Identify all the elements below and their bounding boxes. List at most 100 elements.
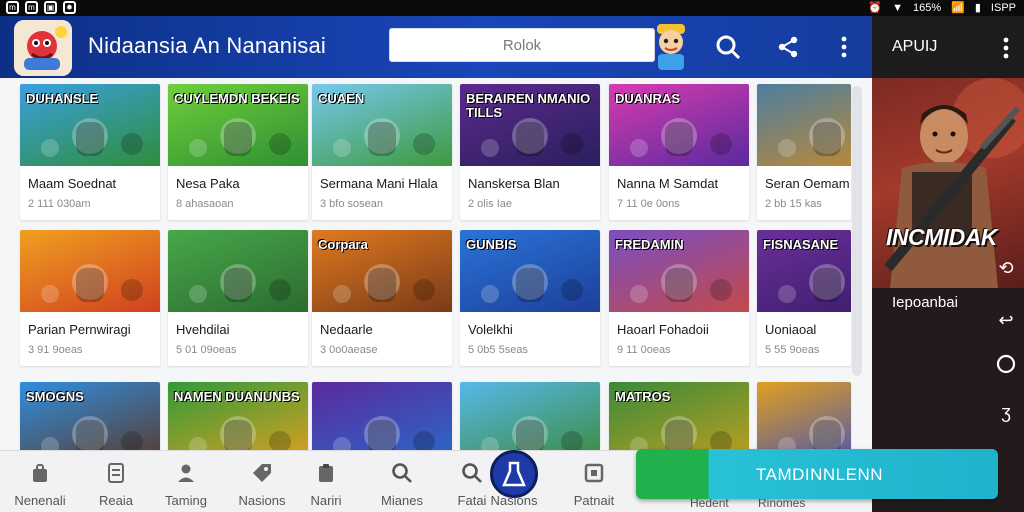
active-nav-button[interactable] bbox=[490, 450, 538, 498]
game-meta: 5 01 09oeas bbox=[176, 344, 237, 356]
game-meta: 2 111 030am bbox=[28, 198, 91, 210]
game-meta: 3 bfo sosean bbox=[320, 198, 383, 210]
game-meta: 9 11 0oeas bbox=[617, 344, 671, 356]
game-card[interactable]: FREDAMIN Haoarl Fohadoii 9 11 0oeas bbox=[609, 230, 749, 366]
nav-item[interactable]: Nariri bbox=[290, 451, 362, 512]
game-thumbnail[interactable]: CUYLEMDN BEKEIS bbox=[168, 84, 308, 166]
game-thumbnail[interactable]: GUNBIS bbox=[460, 230, 600, 312]
home-icon[interactable] bbox=[992, 350, 1020, 378]
app-header: Nidaansia An Nananisai bbox=[0, 16, 872, 78]
promo-title: INCMIDAK bbox=[886, 224, 998, 250]
battery-level: 165% bbox=[913, 1, 942, 14]
game-card[interactable]: Hvehdilai 5 01 09oeas bbox=[168, 230, 308, 366]
game-thumbnail-title: SMOGNS bbox=[26, 389, 84, 404]
game-name: Sermana Mani Hlala bbox=[320, 176, 438, 191]
game-card[interactable]: FISNASANE Uoniaoal 5 55 9oeas bbox=[757, 230, 851, 366]
game-meta: 2 bb 15 kas bbox=[765, 198, 822, 210]
game-thumbnail[interactable]: NAMEN DUANUNBS bbox=[168, 382, 308, 450]
bag-icon bbox=[28, 461, 52, 485]
game-card[interactable]: Parian Pernwiragi 3 91 9oeas bbox=[20, 230, 160, 366]
search-icon[interactable] bbox=[713, 32, 743, 62]
game-card[interactable]: Corpara Nedaarle 3 0o0aease bbox=[312, 230, 452, 366]
game-thumbnail[interactable] bbox=[20, 230, 160, 312]
game-card[interactable]: CUAEN Sermana Mani Hlala 3 bfo sosean bbox=[312, 84, 452, 220]
nav-item[interactable]: Patnait bbox=[558, 451, 630, 512]
app-logo[interactable] bbox=[14, 20, 72, 76]
cta-button[interactable]: TAMDINNLENN bbox=[636, 449, 998, 499]
nav-item[interactable]: Nenenali bbox=[4, 451, 76, 512]
game-grid: DUHANSLE Maam Soednat 2 111 030am CUYLEMDN… bbox=[0, 78, 872, 450]
game-thumbnail[interactable]: FISNASANE bbox=[757, 230, 851, 312]
game-thumbnail[interactable]: MATROS bbox=[609, 382, 749, 450]
wifi-icon: ▼ bbox=[892, 1, 904, 14]
notification-icon: m bbox=[6, 1, 19, 14]
game-thumbnail-title: DUANRAS bbox=[615, 91, 680, 106]
nav-item-label: Nariri bbox=[310, 493, 342, 508]
share-icon[interactable] bbox=[773, 32, 803, 62]
game-card[interactable]: DUANRAS Nanna M Samdat 7 11 0e 0ons bbox=[609, 84, 749, 220]
game-card[interactable]: GUNBIS Volelkhi 5 0b5 5seas bbox=[460, 230, 600, 366]
game-name: Haoarl Fohadoii bbox=[617, 322, 709, 337]
image-icon: ▣ bbox=[44, 1, 57, 14]
nav-item[interactable]: Taming bbox=[150, 451, 222, 512]
game-name: Nanna M Samdat bbox=[617, 176, 719, 191]
game-meta: 5 0b5 5seas bbox=[468, 344, 528, 356]
game-card[interactable]: NAMEN DUANUNBS bbox=[168, 382, 308, 450]
nav-item-label: Patnait bbox=[573, 493, 615, 508]
game-thumbnail[interactable] bbox=[168, 230, 308, 312]
back-icon[interactable]: ↩ bbox=[992, 306, 1020, 334]
game-thumbnail-title: NAMEN DUANUNBS bbox=[174, 389, 300, 404]
search-input[interactable] bbox=[390, 29, 654, 61]
game-thumbnail-title: BERAIREN NMANIO TILLS bbox=[466, 91, 591, 120]
tag-icon bbox=[250, 461, 274, 485]
game-thumbnail[interactable] bbox=[757, 382, 851, 450]
game-card[interactable]: CUYLEMDN BEKEIS Nesa Paka 8 ahasaoan bbox=[168, 84, 308, 220]
carrier-label: ISPP bbox=[990, 1, 1016, 14]
nav-item-label: Mianes bbox=[381, 493, 423, 508]
game-card[interactable] bbox=[312, 382, 452, 450]
game-thumbnail[interactable]: SMOGNS bbox=[20, 382, 160, 450]
status-bar: m m ▣ ✹ ⏰ ▼ 165% 📶 ▮ ISPP bbox=[0, 0, 1024, 16]
game-meta: 7 11 0e 0ons bbox=[617, 198, 680, 210]
game-thumbnail[interactable]: DUHANSLE bbox=[20, 84, 160, 166]
mascot-avatar[interactable] bbox=[651, 20, 691, 72]
game-name: Parian Pernwiragi bbox=[28, 322, 131, 337]
nav-item-label: Nenenali bbox=[14, 493, 66, 508]
game-thumbnail[interactable] bbox=[312, 382, 452, 450]
game-card[interactable] bbox=[460, 382, 600, 450]
game-thumbnail[interactable]: CUAEN bbox=[312, 84, 452, 166]
game-name: Uoniaoal bbox=[765, 322, 817, 337]
nav-item-label: Taming bbox=[165, 493, 207, 508]
game-thumbnail[interactable]: BERAIREN NMANIO TILLS bbox=[460, 84, 600, 166]
nav-item[interactable]: Mianes bbox=[366, 451, 438, 512]
game-card[interactable] bbox=[757, 382, 851, 450]
game-thumbnail-title: MATROS bbox=[615, 389, 671, 404]
nav-item-label: Nasions bbox=[238, 493, 286, 508]
game-thumbnail[interactable]: DUANRAS bbox=[609, 84, 749, 166]
alarm-icon: ⏰ bbox=[868, 2, 883, 14]
right-panel: APUIJ INCMIDAK Iepoanbai ⟲ ↩ ʒ bbox=[872, 16, 1024, 512]
game-thumbnail[interactable]: Corpara bbox=[312, 230, 452, 312]
game-meta: 2 olis Iae bbox=[468, 198, 513, 210]
rotate-icon[interactable]: ⟲ bbox=[992, 254, 1020, 282]
nav-item[interactable]: Reaia bbox=[80, 451, 152, 512]
settings-icon: ✹ bbox=[63, 1, 76, 14]
game-card[interactable]: Seran Oemam 2 bb 15 kas bbox=[757, 84, 851, 220]
game-card[interactable]: MATROS bbox=[609, 382, 749, 450]
game-card[interactable]: SMOGNS bbox=[20, 382, 160, 450]
game-thumbnail[interactable] bbox=[757, 84, 851, 166]
game-card[interactable]: DUHANSLE Maam Soednat 2 111 030am bbox=[20, 84, 160, 220]
recents-icon[interactable]: ʒ bbox=[992, 398, 1020, 426]
game-meta: 3 0o0aease bbox=[320, 344, 378, 356]
game-thumbnail[interactable]: FREDAMIN bbox=[609, 230, 749, 312]
nav-item-label: Reaia bbox=[99, 493, 133, 508]
right-panel-label: Iepoanbai bbox=[892, 294, 958, 311]
game-name: Hvehdilai bbox=[176, 322, 230, 337]
more-options-icon[interactable] bbox=[829, 32, 859, 62]
game-card[interactable]: BERAIREN NMANIO TILLS Nanskersa Blan 2 oli… bbox=[460, 84, 600, 220]
game-thumbnail[interactable] bbox=[460, 382, 600, 450]
search-bar[interactable] bbox=[389, 28, 655, 62]
nav-item[interactable]: Nasions bbox=[226, 451, 298, 512]
scrollbar[interactable] bbox=[852, 86, 862, 376]
more-options-icon[interactable] bbox=[1002, 36, 1010, 60]
